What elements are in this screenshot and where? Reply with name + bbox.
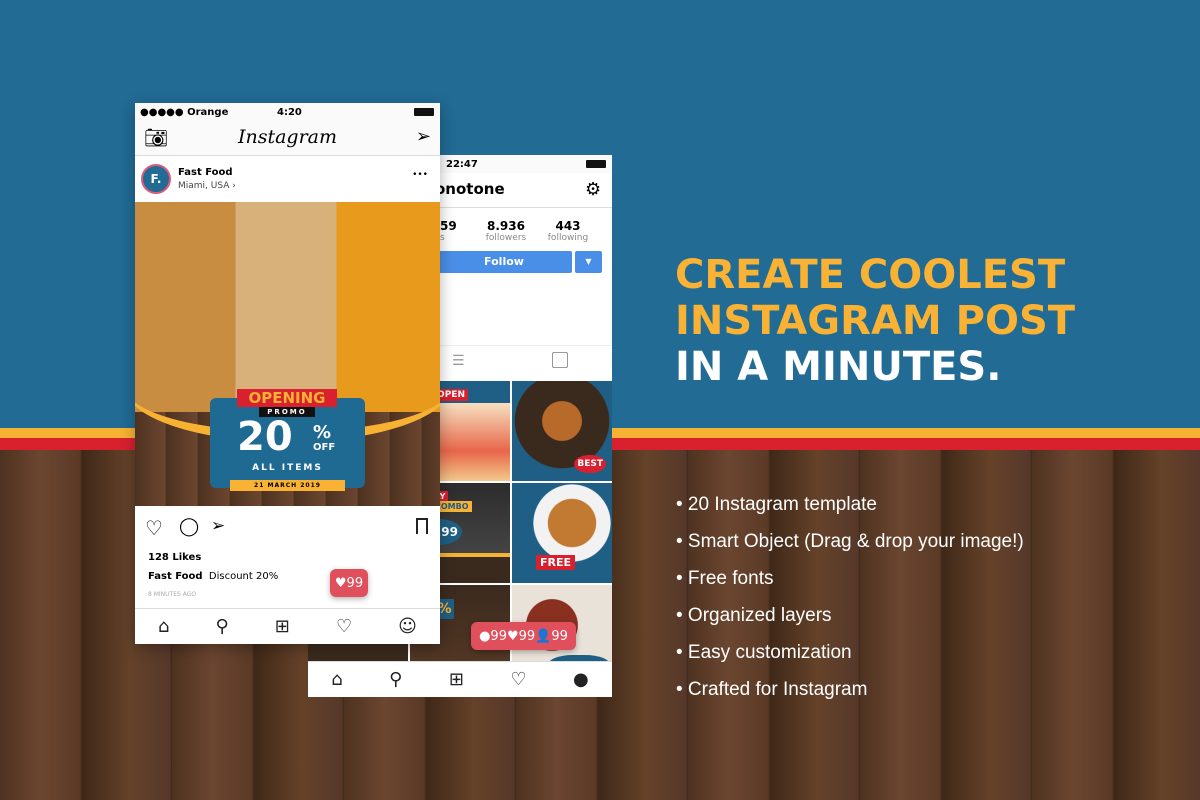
- battery-icon: [586, 160, 606, 168]
- post-header: F. Fast Food Miami, USA › •••: [135, 156, 440, 202]
- clock: 4:20: [277, 106, 302, 118]
- location[interactable]: Miami, USA ›: [178, 181, 236, 191]
- comment-count: 99: [490, 628, 507, 644]
- search-icon[interactable]: ⚲: [216, 616, 229, 637]
- battery-icon: [414, 108, 434, 116]
- grid-post-pasta[interactable]: FREE: [512, 483, 612, 583]
- post-actions: ♡ ◯ ➢ 128 Likes Fast Food Discount 20% 8…: [135, 506, 440, 606]
- posts-count: 59: [440, 219, 457, 233]
- headline: CREATE COOLEST INSTAGRAM POST IN A MINUT…: [675, 252, 1075, 390]
- like-icon[interactable]: ♡: [145, 516, 163, 540]
- feed-phone: ●●●●● Orange 4:20 📷︎ Instagram ➢ F. Fast …: [135, 103, 440, 644]
- profile-username: onotone: [435, 180, 505, 198]
- comment-icon: ●: [479, 628, 491, 644]
- headline-line-1: CREATE COOLEST: [675, 252, 1066, 298]
- posts-label: s: [440, 233, 445, 243]
- bookmark-icon[interactable]: [416, 518, 428, 534]
- heart-icon[interactable]: ♡: [336, 616, 352, 637]
- like-count[interactable]: 128 Likes: [148, 552, 201, 563]
- caption-text: Discount 20%: [208, 571, 279, 582]
- heart-icon[interactable]: ♡: [510, 669, 526, 690]
- tab-bar: ⌂ ⚲ ⊞ ♡ ☺: [135, 608, 440, 644]
- post-image[interactable]: OPENING PROMO 20 % OFF ALL ITEMS 21 MARC…: [135, 202, 440, 506]
- add-post-icon[interactable]: ⊞: [275, 616, 290, 637]
- user-icon: 👤: [535, 628, 552, 644]
- activity-badge[interactable]: ● 99 ♥ 99 👤 99: [471, 622, 576, 650]
- more-options-icon[interactable]: •••: [412, 170, 428, 180]
- follow-count: 99: [551, 628, 568, 644]
- promo-opening: OPENING: [237, 389, 337, 407]
- account-name[interactable]: Fast Food: [178, 167, 233, 178]
- promo-percent: 20: [237, 414, 293, 460]
- feature-item: • Crafted for Instagram: [676, 679, 868, 700]
- comment-icon[interactable]: ◯: [179, 516, 199, 537]
- feature-item: • Smart Object (Drag & drop your image!): [676, 531, 1024, 552]
- caption-user[interactable]: Fast Food: [148, 571, 203, 582]
- promo-all-items: ALL ITEMS: [252, 463, 323, 473]
- follow-dropdown-button[interactable]: ▼: [575, 251, 602, 273]
- followers-label: followers: [485, 233, 527, 243]
- feature-list: • 20 Instagram template • Smart Object (…: [676, 494, 1024, 716]
- promo-date: 21 MARCH 2019: [230, 480, 345, 491]
- tagged-icon[interactable]: [552, 352, 568, 368]
- home-icon[interactable]: ⌂: [331, 669, 342, 690]
- headline-line-2: INSTAGRAM POST: [675, 298, 1076, 344]
- heart-icon: ♥: [506, 628, 519, 644]
- percent-sign: %: [313, 422, 332, 443]
- following-label: following: [547, 233, 589, 243]
- app-header: 📷︎ Instagram ➢: [135, 121, 440, 156]
- like-notification-badge[interactable]: ♥ 99: [330, 569, 368, 597]
- like-count: 99: [518, 628, 536, 644]
- feature-item: • 20 Instagram template: [676, 494, 877, 515]
- app-logo: Instagram: [237, 126, 338, 148]
- feature-item: • Easy customization: [676, 642, 852, 663]
- clock: 22:47: [446, 158, 478, 170]
- tab-bar: ⌂ ⚲ ⊞ ♡ ●: [308, 661, 612, 697]
- carrier: ●●●●● Orange: [140, 106, 229, 118]
- avatar[interactable]: F.: [141, 164, 171, 194]
- following-count: 443: [555, 219, 581, 233]
- share-icon[interactable]: ➢: [211, 516, 225, 536]
- promo-off: OFF: [313, 442, 336, 453]
- heart-icon: ♥: [334, 575, 347, 591]
- feature-item: • Organized layers: [676, 605, 832, 626]
- like-badge-count: 99: [346, 575, 364, 591]
- settings-gear-icon[interactable]: ⚙: [585, 179, 601, 200]
- follow-button[interactable]: Follow: [436, 251, 572, 273]
- status-bar: ●●●●● Orange 4:20: [135, 103, 440, 121]
- headline-line-3: IN A MINUTES.: [675, 344, 1002, 390]
- grid-post-burger[interactable]: BEST: [512, 381, 612, 481]
- list-view-icon[interactable]: ☰: [452, 353, 465, 369]
- search-icon[interactable]: ⚲: [389, 669, 402, 690]
- add-post-icon[interactable]: ⊞: [449, 669, 464, 690]
- post-time: 8 MINUTES AGO: [148, 591, 197, 598]
- direct-message-icon[interactable]: ➢: [416, 126, 431, 147]
- feature-item: • Free fonts: [676, 568, 774, 589]
- profile-icon[interactable]: ☺: [398, 616, 417, 637]
- home-icon[interactable]: ⌂: [158, 616, 169, 637]
- profile-icon[interactable]: ●: [573, 669, 589, 690]
- followers-count: 8.936: [487, 219, 525, 233]
